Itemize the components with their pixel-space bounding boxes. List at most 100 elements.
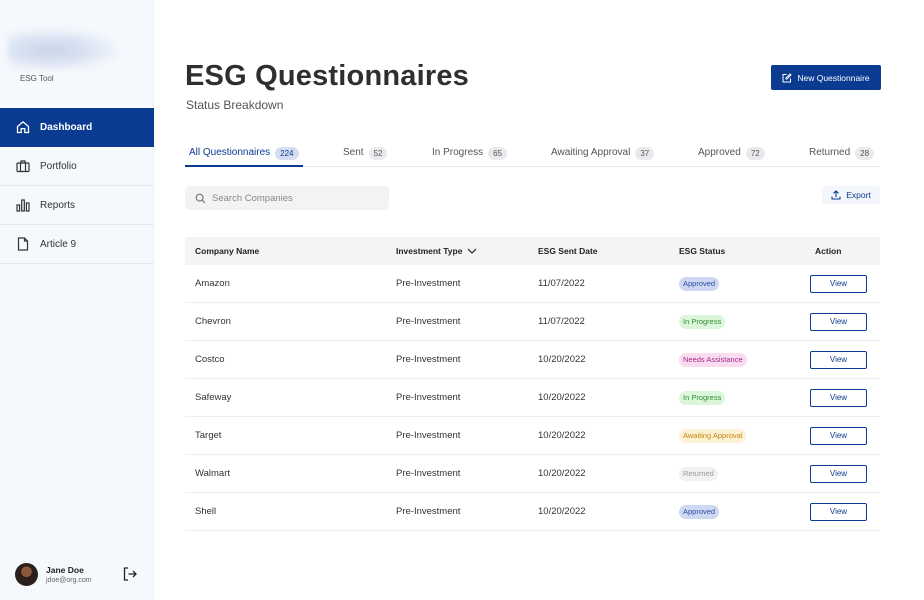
view-button[interactable]: View [810, 274, 867, 293]
home-icon [15, 119, 31, 135]
sidebar-item-dashboard[interactable]: Dashboard [0, 108, 154, 147]
status-badge: Needs Assistance [679, 352, 747, 367]
company-name: Shell [195, 506, 217, 517]
action-cell: View [810, 312, 880, 331]
status-cell: In Progress [669, 390, 810, 405]
sent-date: 10/20/2022 [538, 468, 586, 479]
tab-sent[interactable]: Sent 52 [343, 147, 388, 167]
sent-date: 10/20/2022 [538, 430, 586, 441]
questionnaire-table: Company Name Investment Type ESG Sent Da… [185, 237, 880, 531]
sidebar-item-portfolio[interactable]: Portfolio [0, 147, 154, 186]
upload-icon [831, 190, 841, 200]
status-badge: Approved [679, 504, 720, 519]
table-row: Shell Pre-Investment 10/20/2022 Approved… [185, 493, 880, 531]
count-badge: 65 [488, 147, 508, 160]
column-header-status: ESG Status [679, 246, 726, 256]
tab-label: Sent [343, 147, 364, 158]
count-badge: 72 [745, 147, 765, 160]
status-badge: In Progress [679, 390, 726, 405]
count-badge: 224 [275, 147, 299, 160]
investment-type: Pre-Investment [396, 316, 461, 327]
tab-approved[interactable]: Approved 72 [698, 147, 765, 167]
company-name: Amazon [195, 278, 230, 289]
sidebar-item-reports[interactable]: Reports [0, 186, 154, 225]
status-badge: Approved [679, 276, 720, 291]
company-name: Costco [195, 354, 225, 365]
action-cell: View [810, 502, 880, 521]
table-row: Costco Pre-Investment 10/20/2022 Needs A… [185, 341, 880, 379]
status-cell: Needs Assistance [669, 352, 810, 367]
table-row: Walmart Pre-Investment 10/20/2022 Return… [185, 455, 880, 493]
company-name: Chevron [195, 316, 231, 327]
new-questionnaire-label: New Questionnaire [797, 72, 870, 83]
tab-returned[interactable]: Returned 28 [809, 147, 875, 167]
tab-label: Awaiting Approval [551, 147, 631, 158]
status-badge: Returned [679, 466, 718, 481]
action-cell: View [810, 464, 880, 483]
sidebar-nav: Dashboard Portfolio Reports Article 9 [0, 108, 154, 264]
sent-date: 10/20/2022 [538, 392, 586, 403]
tab-awaiting-approval[interactable]: Awaiting Approval 37 [551, 147, 655, 167]
investment-type: Pre-Investment [396, 468, 461, 479]
sidebar-item-label: Portfolio [40, 160, 77, 172]
column-header-action: Action [815, 246, 842, 256]
tab-label: Approved [698, 147, 741, 158]
table-row: Chevron Pre-Investment 11/07/2022 In Pro… [185, 303, 880, 341]
status-cell: Awaiting Approval [669, 428, 810, 443]
column-header-investment-type: Investment Type [386, 246, 528, 256]
status-badge: Awaiting Approval [679, 428, 747, 443]
sent-date: 10/20/2022 [538, 506, 586, 517]
logout-icon[interactable] [122, 566, 138, 582]
column-header-label: Investment Type [396, 246, 463, 256]
status-badge: In Progress [679, 314, 726, 329]
investment-type: Pre-Investment [396, 506, 461, 517]
sent-date: 11/07/2022 [538, 316, 585, 327]
sidebar-item-article-9[interactable]: Article 9 [0, 225, 154, 264]
briefcase-icon [15, 158, 31, 174]
tab-label: Returned [809, 147, 851, 158]
user-email: jdoe@org.com [46, 576, 92, 584]
tab-label: All Questionnaires [189, 147, 271, 158]
tab-label: In Progress [432, 147, 484, 158]
view-button[interactable]: View [810, 312, 867, 331]
status-cell: Approved [669, 276, 810, 291]
action-cell: View [810, 388, 880, 407]
search-input[interactable] [212, 192, 382, 204]
count-badge: 52 [368, 147, 388, 160]
view-button[interactable]: View [810, 426, 867, 445]
status-cell: In Progress [669, 314, 810, 329]
tab-in-progress[interactable]: In Progress 65 [432, 147, 508, 167]
count-badge: 28 [855, 147, 875, 160]
status-tabs: All Questionnaires 224 Sent 52 In Progress… [185, 146, 880, 167]
chevron-down-icon[interactable] [467, 248, 477, 255]
company-name: Target [195, 430, 222, 441]
table-row: Safeway Pre-Investment 10/20/2022 In Pro… [185, 379, 880, 417]
action-cell: View [810, 274, 880, 293]
page-subtitle: Status Breakdown [186, 98, 284, 112]
export-label: Export [846, 190, 871, 200]
search-box [185, 186, 389, 210]
new-questionnaire-button[interactable]: New Questionnaire [771, 65, 881, 90]
view-button[interactable]: View [810, 464, 867, 483]
table-row: Target Pre-Investment 10/20/2022 Awaitin… [185, 417, 880, 455]
sidebar: ESG Tool Dashboard Portfolio Reports Art… [0, 0, 154, 600]
user-name: Jane Doe [46, 564, 84, 575]
sidebar-item-label: Reports [40, 199, 76, 211]
sidebar-item-label: Dashboard [40, 121, 93, 133]
view-button[interactable]: View [810, 350, 867, 369]
view-button[interactable]: View [810, 502, 867, 521]
table-row: Amazon Pre-Investment 11/07/2022 Approve… [185, 265, 880, 303]
action-cell: View [810, 350, 880, 369]
sent-date: 10/20/2022 [538, 354, 586, 365]
avatar [15, 562, 38, 586]
tab-all-questionnaires[interactable]: All Questionnaires 224 [185, 147, 303, 167]
search-icon [195, 193, 206, 203]
export-button[interactable]: Export [822, 186, 880, 204]
document-icon [15, 236, 31, 252]
app-logo [8, 30, 116, 70]
user-info: Jane Doe jdoe@org.com [46, 565, 92, 584]
bar-chart-icon [15, 197, 31, 213]
status-cell: Approved [669, 504, 810, 519]
view-button[interactable]: View [810, 388, 867, 407]
count-badge: 37 [635, 147, 655, 160]
